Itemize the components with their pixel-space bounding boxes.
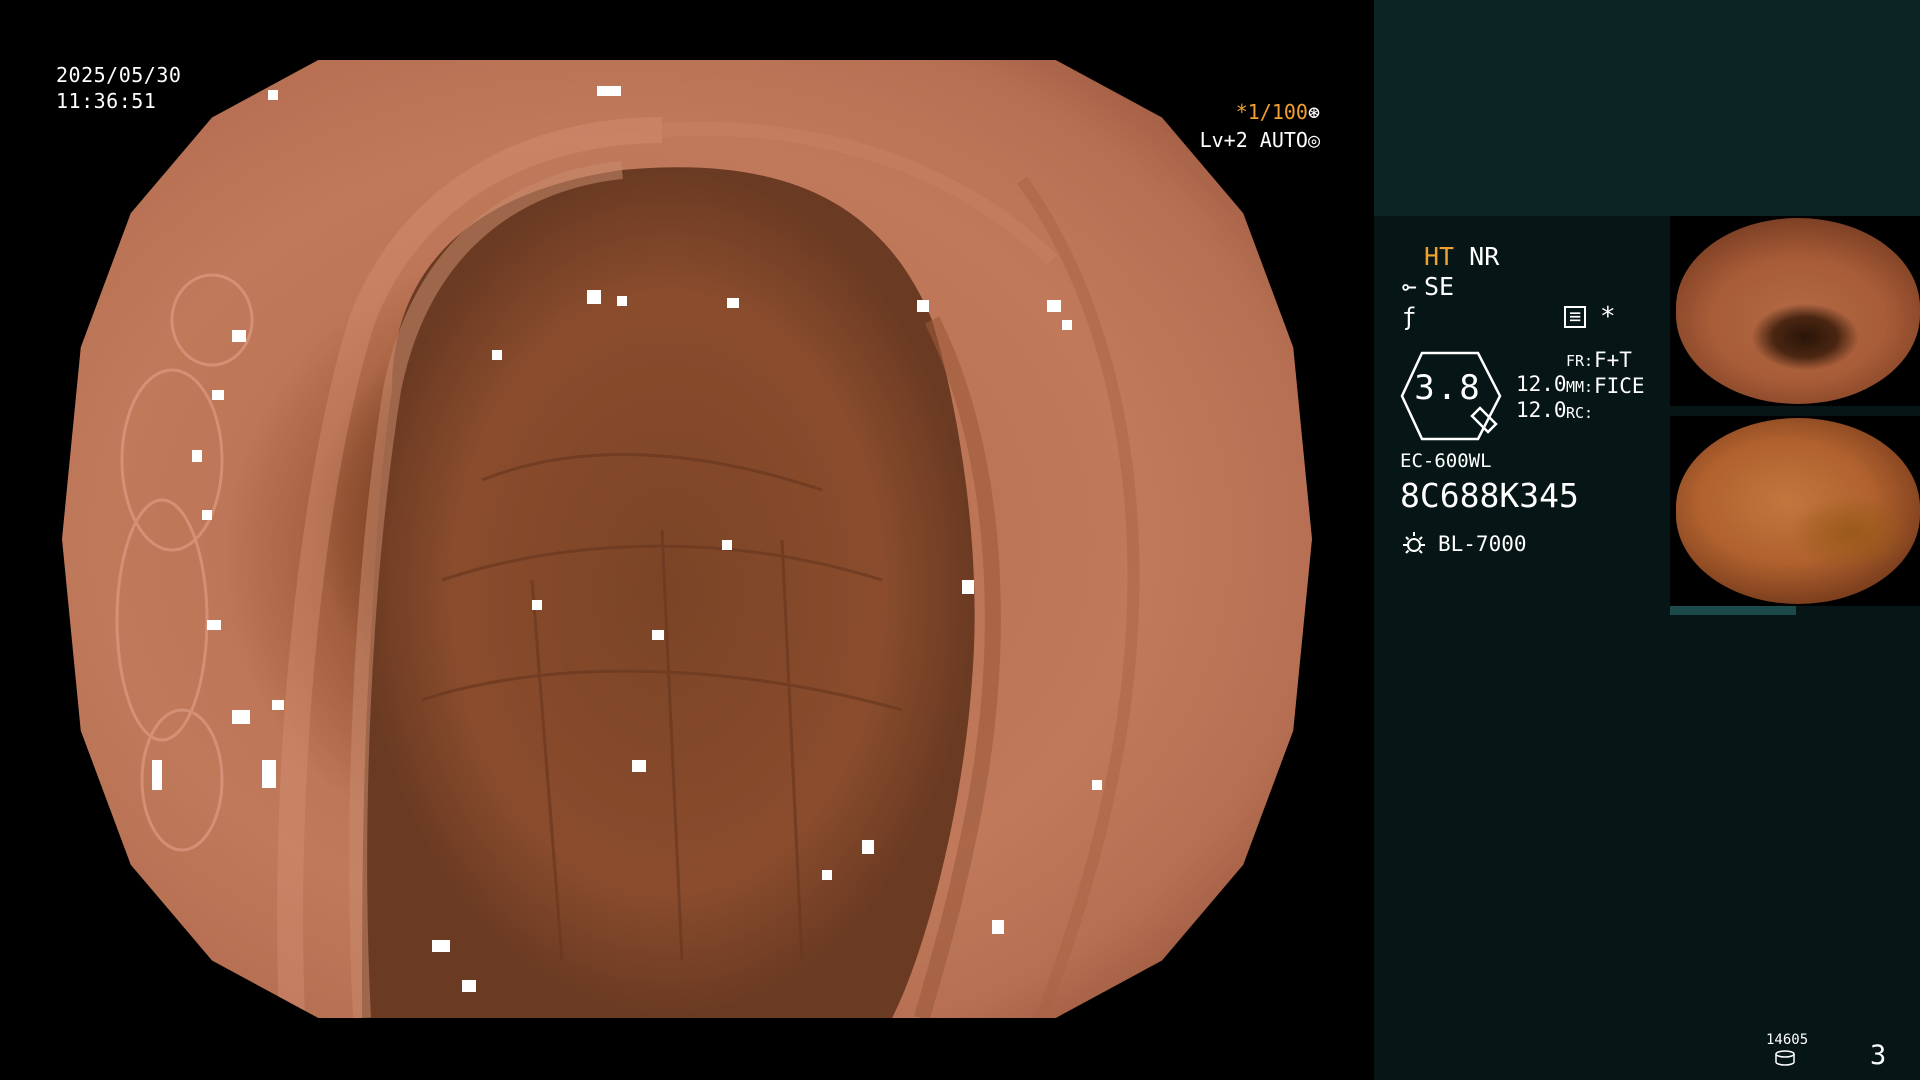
capture-thumbnail-1[interactable] — [1670, 216, 1920, 406]
structure-enhance-icon: ⟜ — [1402, 273, 1417, 301]
mm-label: MM: — [1566, 378, 1594, 396]
aperture-icon: ⊛ — [1307, 100, 1320, 124]
mm-value: FICE — [1594, 374, 1645, 398]
rc-label: RC: — [1566, 404, 1594, 422]
value-1: 12.0 — [1516, 372, 1567, 396]
thumbnail-progress-bar — [1670, 606, 1796, 615]
lamp-icon — [1403, 532, 1425, 554]
ht-nr-row: HT NR — [1424, 242, 1499, 271]
page-number: 3 — [1870, 1040, 1887, 1071]
thumbnail-image — [1676, 218, 1920, 404]
nr-label: NR — [1469, 242, 1500, 271]
level-row: Lv+2 AUTO◎ — [1180, 126, 1320, 154]
endoscope-view — [62, 60, 1312, 1018]
gauge: 3.8 — [1400, 350, 1512, 442]
ht-label: HT — [1424, 242, 1455, 271]
disk-icon — [1775, 1050, 1795, 1066]
star-indicator: * — [1600, 302, 1616, 332]
value-2: 12.0 — [1516, 398, 1567, 422]
fr-label: FR: — [1566, 352, 1594, 370]
thumbnail-image — [1676, 418, 1920, 604]
mucosa-illustration — [115, 86, 1140, 1018]
scope-serial: 8C688K345 — [1400, 476, 1579, 515]
menu-icon: ≡ — [1564, 306, 1586, 328]
gauge-value: 3.8 — [1414, 368, 1482, 408]
color-mode-icon: ƒ — [1402, 303, 1417, 331]
fr-value: F+T — [1594, 348, 1632, 372]
image-count: 14605 — [1766, 1032, 1809, 1048]
exposure-status: *1/100⊛ Lv+2 AUTO◎ — [1180, 98, 1320, 154]
panel-header-area — [1374, 0, 1920, 216]
info-panel: HT NR ⟜ SE ƒ ≡ * 3.8 12.0 12.0 FR: MM: R… — [1374, 0, 1920, 1080]
scope-model: EC-600WL — [1400, 450, 1492, 472]
light-source: BL-7000 — [1438, 532, 1527, 556]
date-display: 2025/05/30 — [56, 63, 182, 87]
time-display: 11:36:51 — [56, 89, 157, 113]
capture-thumbnail-2[interactable] — [1670, 416, 1920, 606]
brightness-level: Lv+2 AUTO — [1199, 128, 1308, 152]
se-label: SE — [1424, 272, 1455, 301]
shutter-row: *1/100⊛ — [1180, 98, 1320, 126]
shutter-speed: *1/100 — [1235, 100, 1308, 124]
iris-icon: ◎ — [1307, 128, 1320, 152]
